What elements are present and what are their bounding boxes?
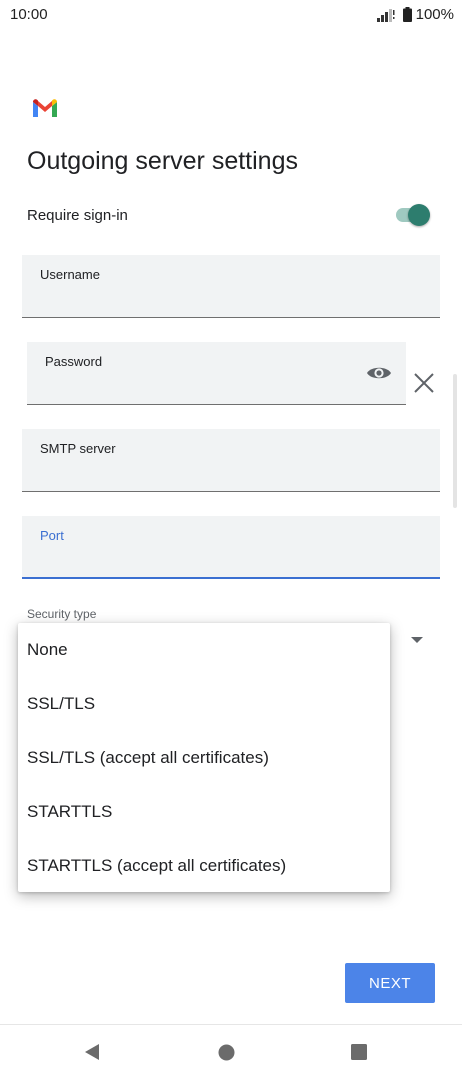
security-option-ssl-tls-accept-all[interactable]: SSL/TLS (accept all certificates)	[18, 731, 390, 785]
gmail-logo	[33, 99, 57, 117]
status-indicators: 100%	[376, 6, 454, 23]
password-field[interactable]: Password	[27, 342, 406, 405]
security-type-label: Security type	[27, 607, 97, 621]
eye-icon[interactable]	[366, 364, 392, 382]
navigation-bar	[0, 1024, 462, 1079]
home-icon[interactable]	[218, 1044, 235, 1061]
scrollbar[interactable]	[453, 374, 457, 508]
smtp-server-field[interactable]: SMTP server	[22, 429, 440, 492]
security-option-starttls-accept-all[interactable]: STARTTLS (accept all certificates)	[18, 839, 390, 893]
back-icon[interactable]	[83, 1043, 101, 1061]
security-option-ssl-tls[interactable]: SSL/TLS	[18, 677, 390, 731]
security-type-menu: None SSL/TLS SSL/TLS (accept all certifi…	[18, 623, 390, 892]
battery-icon	[402, 7, 412, 22]
battery-percentage: 100%	[415, 6, 454, 23]
security-option-none[interactable]: None	[18, 623, 390, 677]
require-signin-label: Require sign-in	[27, 207, 128, 224]
username-label: Username	[40, 267, 100, 282]
security-option-starttls[interactable]: STARTTLS	[18, 785, 390, 839]
close-icon[interactable]	[413, 372, 435, 394]
username-field[interactable]: Username	[22, 255, 440, 318]
recents-icon[interactable]	[351, 1044, 367, 1060]
password-label: Password	[45, 354, 103, 369]
port-field[interactable]: Port	[22, 516, 440, 579]
port-label: Port	[40, 528, 64, 543]
smtp-server-label: SMTP server	[40, 441, 116, 456]
status-time: 10:00	[10, 6, 48, 23]
toggle-thumb	[408, 204, 430, 226]
next-button[interactable]: NEXT	[345, 963, 435, 1003]
status-bar: 10:00 100%	[0, 0, 462, 30]
signal-icon	[376, 8, 395, 22]
page-title: Outgoing server settings	[27, 147, 298, 175]
dropdown-arrow-icon[interactable]	[411, 637, 423, 643]
require-signin-toggle[interactable]	[394, 204, 434, 226]
